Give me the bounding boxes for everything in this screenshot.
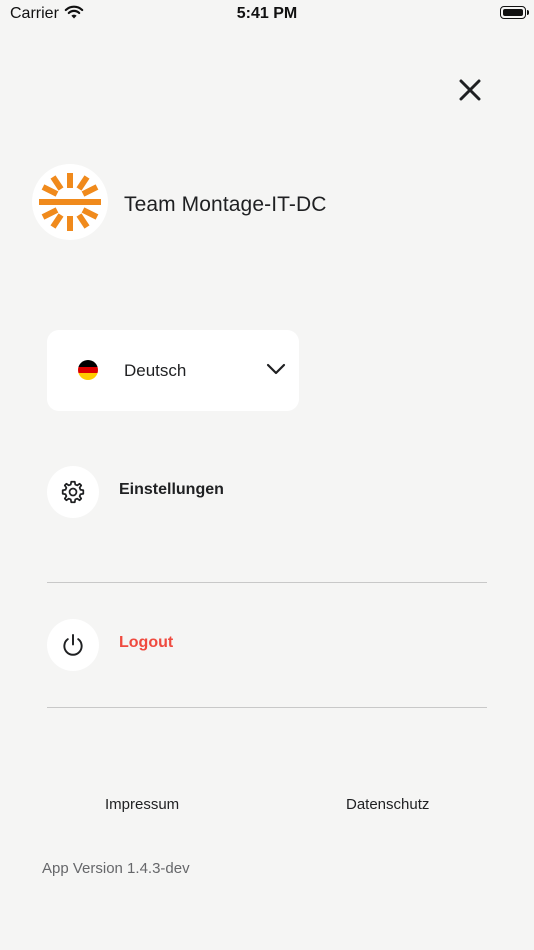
settings-menu-item[interactable]: Einstellungen [47,466,487,518]
gear-icon [61,480,85,504]
team-logo [32,164,108,240]
impressum-link[interactable]: Impressum [105,796,179,813]
power-icon [63,634,83,656]
close-button[interactable] [452,72,488,108]
settings-icon-circle [47,466,99,518]
sun-logo-icon [39,173,101,231]
battery-icon [500,6,529,19]
divider [47,707,487,708]
divider [47,582,487,583]
chevron-down-icon [266,363,286,375]
team-name: Team Montage-IT-DC [124,193,327,216]
clock-time: 5:41 PM [236,5,298,22]
app-version-label: App Version 1.4.3-dev [42,860,190,877]
language-dropdown[interactable]: Deutsch [47,330,299,411]
language-selected-value: Deutsch [124,361,187,380]
logout-label: Logout [119,634,174,651]
settings-label: Einstellungen [119,481,224,498]
logout-menu-item[interactable]: Logout [47,619,487,671]
logout-icon-circle [47,619,99,671]
datenschutz-link[interactable]: Datenschutz [346,796,429,813]
german-flag-icon [78,360,98,380]
close-icon [459,79,481,101]
status-bar: Carrier 5:41 PM [0,0,534,30]
